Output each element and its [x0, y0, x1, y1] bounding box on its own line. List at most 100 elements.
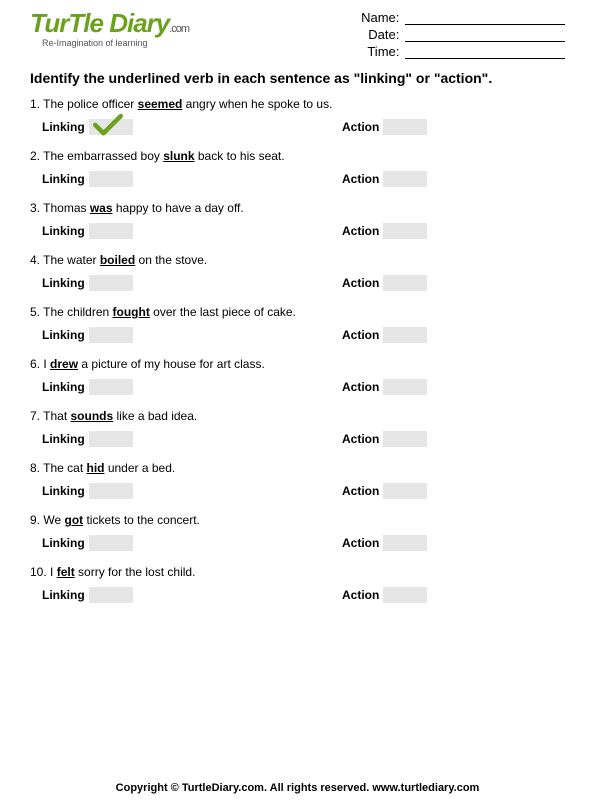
question-number: 1. [30, 97, 40, 111]
linking-answer-box[interactable] [89, 171, 133, 187]
action-answer-box[interactable] [383, 483, 427, 499]
action-label: Action [342, 224, 379, 238]
action-label: Action [342, 588, 379, 602]
action-label: Action [342, 172, 379, 186]
linking-option: Linking [42, 327, 342, 343]
sentence-pre: I [50, 565, 57, 579]
linking-answer-box[interactable] [89, 431, 133, 447]
action-answer-box[interactable] [383, 327, 427, 343]
underlined-verb: drew [50, 357, 78, 371]
question: 1. The police officer seemed angry when … [30, 97, 565, 135]
instructions: Identify the underlined verb in each sen… [30, 69, 565, 87]
time-field: Time: [361, 44, 565, 59]
linking-answer-box[interactable] [89, 587, 133, 603]
linking-label: Linking [42, 536, 85, 550]
linking-option: Linking [42, 587, 342, 603]
answer-row: Linking Action [30, 275, 565, 291]
linking-option: Linking [42, 535, 342, 551]
time-label: Time: [367, 44, 399, 59]
sentence-post: under a bed. [105, 461, 176, 475]
answer-row: LinkingAction [30, 483, 565, 499]
action-answer-box[interactable] [383, 587, 427, 603]
question-text: 4. The water boiled on the stove. [30, 253, 565, 267]
sentence-post: back to his seat. [195, 149, 285, 163]
question-text: 1. The police officer seemed angry when … [30, 97, 565, 111]
linking-answer-box[interactable] [89, 275, 133, 291]
underlined-verb: boiled [100, 253, 135, 267]
header: TurTle Diary.com Re-Imagination of learn… [30, 10, 565, 61]
sentence-post: like a bad idea. [113, 409, 197, 423]
logo-main: TurTle Diary [30, 8, 169, 38]
date-input-line[interactable] [405, 28, 565, 42]
answer-row: Linking Action [30, 223, 565, 239]
name-input-line[interactable] [405, 11, 565, 25]
action-answer-box[interactable] [383, 119, 427, 135]
action-label: Action [342, 328, 379, 342]
logo: TurTle Diary.com Re-Imagination of learn… [30, 10, 230, 48]
sentence-pre: The police officer [43, 97, 138, 111]
linking-answer-box[interactable] [89, 535, 133, 551]
linking-label: Linking [42, 224, 85, 238]
action-answer-box[interactable] [383, 275, 427, 291]
linking-answer-box[interactable] [89, 119, 133, 135]
sentence-post: happy to have a day off. [113, 201, 244, 215]
action-option: Action [342, 171, 542, 187]
logo-tagline: Re-Imagination of learning [42, 38, 230, 48]
action-option: Action [342, 223, 542, 239]
action-answer-box[interactable] [383, 535, 427, 551]
sentence-post: on the stove. [135, 253, 207, 267]
action-label: Action [342, 276, 379, 290]
linking-answer-box[interactable] [89, 483, 133, 499]
action-option: Action [342, 587, 542, 603]
sentence-pre: The water [43, 253, 100, 267]
question: 6. I drew a picture of my house for art … [30, 357, 565, 395]
action-answer-box[interactable] [383, 431, 427, 447]
sentence-pre: The children [43, 305, 112, 319]
action-option: Action [342, 379, 542, 395]
answer-row: LinkingAction [30, 587, 565, 603]
time-input-line[interactable] [405, 45, 565, 59]
sentence-post: a picture of my house for art class. [78, 357, 265, 371]
question: 5. The children fought over the last pie… [30, 305, 565, 343]
action-answer-box[interactable] [383, 223, 427, 239]
sentence-post: angry when he spoke to us. [182, 97, 332, 111]
underlined-verb: was [90, 201, 113, 215]
linking-option: Linking [42, 119, 342, 135]
linking-label: Linking [42, 120, 85, 134]
linking-answer-box[interactable] [89, 379, 133, 395]
sentence-pre: The cat [43, 461, 86, 475]
underlined-verb: seemed [138, 97, 183, 111]
sentence-post: over the last piece of cake. [150, 305, 296, 319]
question-text: 3. Thomas was happy to have a day off. [30, 201, 565, 215]
linking-answer-box[interactable] [89, 327, 133, 343]
question-number: 5. [30, 305, 40, 319]
underlined-verb: slunk [163, 149, 194, 163]
question: 4. The water boiled on the stove. Linking… [30, 253, 565, 291]
action-answer-box[interactable] [383, 171, 427, 187]
action-option: Action [342, 431, 542, 447]
question: 8. The cat hid under a bed. LinkingAction [30, 461, 565, 499]
linking-label: Linking [42, 276, 85, 290]
linking-option: Linking [42, 379, 342, 395]
action-answer-box[interactable] [383, 379, 427, 395]
linking-label: Linking [42, 432, 85, 446]
sentence-pre: The embarrassed boy [43, 149, 163, 163]
linking-label: Linking [42, 380, 85, 394]
action-option: Action [342, 535, 542, 551]
question-text: 8. The cat hid under a bed. [30, 461, 565, 475]
question: 10. I felt sorry for the lost child.Link… [30, 565, 565, 603]
linking-answer-box[interactable] [89, 223, 133, 239]
question-text: 6. I drew a picture of my house for art … [30, 357, 565, 371]
question-number: 3. [30, 201, 40, 215]
sentence-pre: We [43, 513, 64, 527]
question-text: 2. The embarrassed boy slunk back to his… [30, 149, 565, 163]
action-option: Action [342, 483, 542, 499]
question-number: 4. [30, 253, 40, 267]
underlined-verb: felt [57, 565, 75, 579]
answer-row: LinkingAction [30, 171, 565, 187]
linking-option: Linking [42, 171, 342, 187]
question-text: 7. That sounds like a bad idea. [30, 409, 565, 423]
sentence-post: tickets to the concert. [83, 513, 200, 527]
action-option: Action [342, 119, 542, 135]
answer-row: Linking Action [30, 379, 565, 395]
